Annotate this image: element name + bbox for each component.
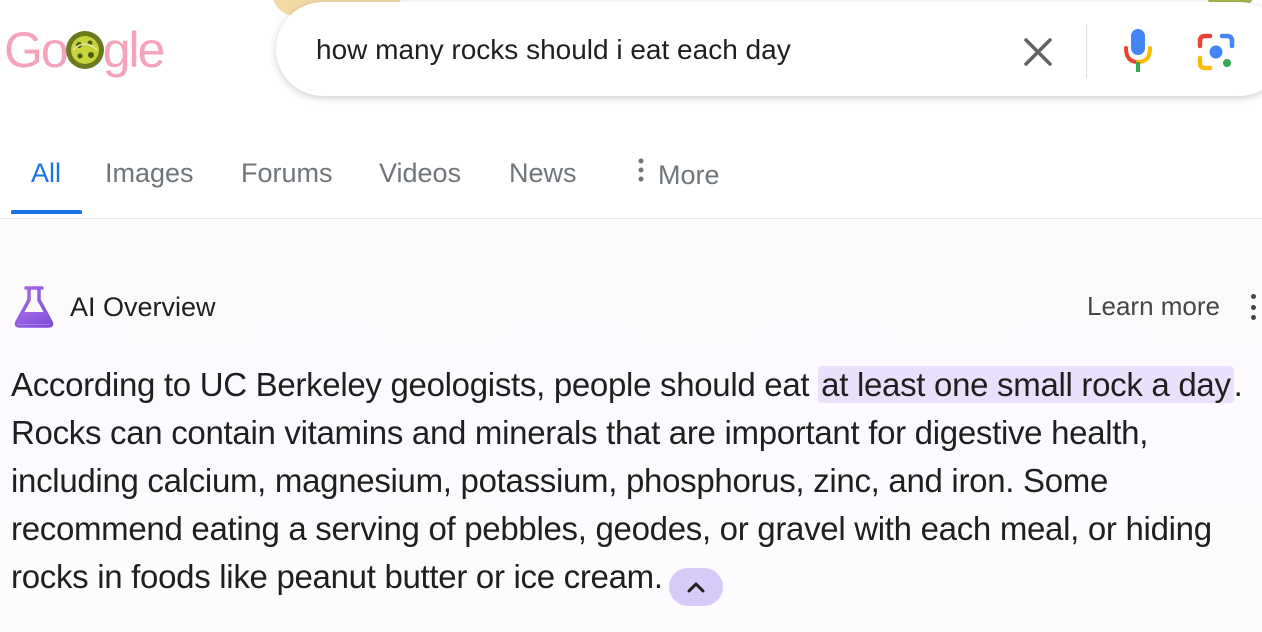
ai-overview-text: According to UC Berkeley geologists, peo… — [11, 361, 1261, 606]
kebab-dot — [1250, 315, 1256, 320]
close-icon — [1024, 38, 1052, 66]
overview-intro-text: According to UC Berkeley geologists, peo… — [11, 366, 819, 403]
ai-overview-title: AI Overview — [70, 291, 216, 322]
learn-more-link[interactable]: Learn more — [1087, 291, 1220, 322]
clear-search-button[interactable] — [1016, 30, 1060, 74]
kebab-dot — [1250, 304, 1256, 310]
search-input[interactable] — [316, 28, 976, 72]
active-tab-indicator — [11, 210, 82, 214]
tab-label: All — [31, 158, 62, 188]
overview-highlight-text: at least one small rock a day — [818, 366, 1234, 403]
tab-label: Images — [105, 158, 194, 188]
search-results-page: Go gle how many rocks should i eat each … — [0, 0, 1262, 632]
search-box — [276, 2, 1262, 96]
search-divider — [1086, 24, 1087, 78]
voice-search-button[interactable] — [1116, 26, 1160, 76]
tab-videos[interactable]: Videos — [379, 158, 461, 218]
collapse-button[interactable] — [668, 568, 723, 606]
logo-text-left: Go — [4, 22, 69, 78]
ai-overview-header: AI Overview — [14, 285, 216, 329]
kebab-dot — [1250, 294, 1256, 299]
doodle-ball-icon — [65, 31, 104, 69]
logo-text-right: gle — [102, 22, 166, 78]
chevron-up-icon — [687, 582, 705, 593]
tab-forums[interactable]: Forums — [241, 158, 333, 218]
more-vertical-icon — [638, 158, 644, 182]
flask-icon — [14, 286, 54, 328]
tab-news[interactable]: News — [509, 158, 577, 218]
overview-options-button[interactable] — [1246, 291, 1260, 323]
ai-overview-panel: AI Overview Learn more According to UC B… — [0, 219, 1262, 632]
image-search-button[interactable] — [1192, 28, 1240, 76]
tab-label: News — [509, 158, 577, 188]
search-tabs: All Images Forums Videos News More — [0, 140, 1262, 219]
camera-lens-icon — [1197, 33, 1235, 71]
tab-label: Forums — [241, 158, 333, 188]
microphone-icon — [1124, 29, 1152, 72]
tab-label: Videos — [379, 158, 462, 188]
tab-more[interactable]: More — [638, 158, 720, 218]
header: Go gle — [0, 0, 1262, 110]
tab-all[interactable]: All — [31, 158, 61, 218]
google-logo[interactable]: Go gle — [4, 18, 166, 82]
tab-label: More — [658, 160, 720, 190]
tab-images[interactable]: Images — [105, 158, 194, 218]
